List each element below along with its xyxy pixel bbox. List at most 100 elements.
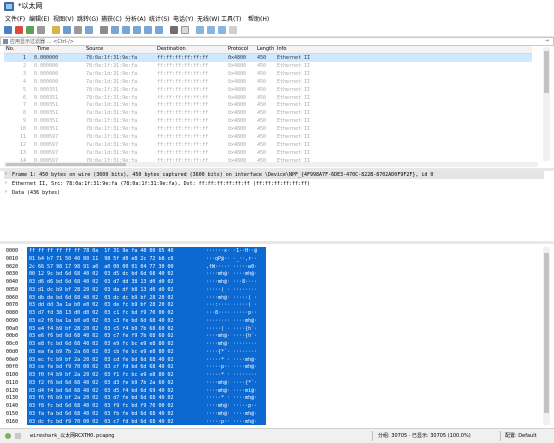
- last-packet-icon[interactable]: [155, 26, 163, 34]
- byte-offset: 0130: [6, 395, 19, 402]
- byte-offset: 0010: [6, 255, 19, 262]
- start-capture-icon[interactable]: [4, 26, 12, 34]
- packet-row[interactable]: 12 0.000597 7a:0a:1d:31:9e:fa ff:ff:ff:ff:f…: [4, 141, 532, 149]
- menu-analyze[interactable]: 分析(A): [125, 14, 146, 23]
- packet-list-hscrollbar[interactable]: [4, 162, 538, 167]
- resize-columns-icon[interactable]: [229, 26, 237, 34]
- column-source[interactable]: Source: [86, 46, 103, 52]
- menu-capture[interactable]: 捕获(C): [101, 14, 122, 23]
- cell-info: Ethernet II: [277, 118, 311, 125]
- bookmark-filter-icon[interactable]: [3, 39, 8, 44]
- restart-capture-icon[interactable]: [26, 26, 34, 34]
- comment-icon[interactable]: [15, 433, 21, 439]
- cell-no: 11: [19, 134, 26, 140]
- menu-file[interactable]: 文件(F): [5, 14, 25, 23]
- pane-splitter[interactable]: [0, 241, 554, 244]
- colorize-icon[interactable]: [181, 26, 189, 34]
- cell-no: 10: [19, 126, 26, 133]
- cell-no: 4: [22, 78, 26, 85]
- byte-offset: 0100: [6, 372, 19, 378]
- cell-src: 78:0a:1f:31:9e:fa: [86, 62, 138, 69]
- cell-no: 8: [22, 110, 26, 117]
- packet-row[interactable]: 13 0.000597 7a:0a:1d:31:9e:fa ff:ff:ff:ff:f…: [4, 149, 532, 157]
- close-file-icon[interactable]: [74, 26, 82, 34]
- cell-proto: 0x4800: [228, 134, 247, 140]
- menu-tools[interactable]: 工具(T): [221, 14, 241, 23]
- detail-frame[interactable]: › Frame 1: 450 bytes on wire (3600 bits)…: [4, 171, 544, 179]
- column-length[interactable]: Length: [257, 46, 274, 52]
- packet-row[interactable]: 5 0.000351 78:0a:1f:31:9e:fa ff:ff:ff:ff:ff…: [4, 86, 532, 94]
- ascii-bytes[interactable]: ·····p·· ····mh@·: [204, 417, 266, 425]
- cell-dst: ff:ff:ff:ff:ff:ff: [157, 94, 209, 101]
- hex-bytes[interactable]: 03 dc fc bd f9 70 00 02 03 c7 fd bd 6d 6…: [27, 417, 205, 425]
- menu-go[interactable]: 跳转(G): [77, 14, 98, 23]
- capture-status-icon[interactable]: [5, 433, 11, 439]
- stop-capture-icon[interactable]: [15, 26, 23, 34]
- display-filter-bar[interactable]: 应用显示过滤器 … <Ctrl-/> →: [0, 37, 554, 46]
- packet-row[interactable]: 2 0.000000 78:0a:1f:31:9e:fa ff:ff:ff:ff:ff…: [4, 62, 532, 70]
- cell-proto: 0x4800: [228, 94, 247, 101]
- column-info[interactable]: Info: [277, 46, 286, 52]
- menu-help[interactable]: 帮助(H): [248, 14, 269, 23]
- menu-wireless[interactable]: 无线(W): [197, 14, 220, 23]
- menu-statistics[interactable]: 统计(S): [149, 14, 170, 23]
- packet-row[interactable]: 8 0.000351 7a:0a:1d:31:9e:fa ff:ff:ff:ff:ff…: [4, 109, 532, 117]
- packet-row[interactable]: 1 0.000000 78:0a:1f:31:9e:fa ff:ff:ff:ff:ff…: [4, 54, 532, 62]
- zoom-reset-icon[interactable]: [218, 26, 226, 34]
- packet-row[interactable]: 9 0.000351 78:0a:1f:31:9e:fa ff:ff:ff:ff:ff…: [4, 117, 532, 125]
- packet-details[interactable]: › Frame 1: 450 bytes on wire (3600 bits)…: [4, 171, 544, 239]
- zoom-in-icon[interactable]: [196, 26, 204, 34]
- column-protocol[interactable]: Protocol: [228, 46, 248, 52]
- packet-row[interactable]: 10 0.000351 78:0a:1f:31:9e:fa ff:ff:ff:ff:f…: [4, 125, 532, 133]
- cell-time: 0.000351: [34, 102, 59, 109]
- cell-time: 0.000351: [34, 126, 59, 133]
- column-no[interactable]: No.: [6, 46, 14, 52]
- cell-src: 78:0a:1f:31:9e:fa: [86, 55, 138, 61]
- cell-info: Ethernet II: [277, 110, 311, 117]
- save-file-icon[interactable]: [63, 26, 71, 34]
- menu-telephony[interactable]: 电话(Y): [173, 14, 193, 23]
- packet-bytes-scrollbar[interactable]: [543, 247, 550, 425]
- zoom-out-icon[interactable]: [207, 26, 215, 34]
- autoscroll-icon[interactable]: [170, 26, 178, 34]
- go-to-packet-icon[interactable]: [133, 26, 141, 34]
- column-destination[interactable]: Destination: [157, 46, 186, 52]
- byte-offset: 0150: [6, 410, 19, 417]
- cell-proto: 0x4800: [228, 110, 247, 117]
- packet-row[interactable]: 11 0.000597 78:0a:1f:31:9e:fa ff:ff:ff:ff:f…: [4, 133, 532, 141]
- detail-data[interactable]: › Data (436 bytes): [4, 189, 544, 197]
- cell-info: Ethernet II: [277, 134, 311, 140]
- packet-row[interactable]: 3 0.000000 7a:0a:1d:31:9e:fa ff:ff:ff:ff:ff…: [4, 70, 532, 78]
- first-packet-icon[interactable]: [144, 26, 152, 34]
- display-filter-input[interactable]: 应用显示过滤器 … <Ctrl-/>: [10, 38, 74, 45]
- cell-len: 450: [257, 126, 267, 133]
- packet-row[interactable]: 4 0.000000 7a:0a:1d:31:9e:fa ff:ff:ff:ff:ff…: [4, 78, 532, 86]
- filter-apply-arrow-icon[interactable]: →: [545, 38, 549, 44]
- menu-view[interactable]: 视图(V): [53, 14, 74, 23]
- menu-edit[interactable]: 编辑(E): [29, 14, 49, 23]
- go-forward-icon[interactable]: [122, 26, 130, 34]
- packet-row[interactable]: 7 0.000351 7a:0a:1d:31:9e:fa ff:ff:ff:ff:ff…: [4, 101, 532, 109]
- cell-time: 0.000597: [34, 141, 59, 148]
- packet-row[interactable]: 6 0.000351 78:0a:1f:31:9e:fa ff:ff:ff:ff:ff…: [4, 94, 532, 102]
- cell-len: 450: [257, 110, 267, 117]
- expand-arrow-icon[interactable]: ›: [5, 180, 7, 186]
- find-packet-icon[interactable]: [100, 26, 108, 34]
- cell-no: 9: [22, 118, 26, 125]
- column-time[interactable]: Time: [37, 46, 49, 52]
- expand-arrow-icon[interactable]: ›: [5, 189, 7, 195]
- open-file-icon[interactable]: [52, 26, 60, 34]
- profile-selector[interactable]: 配置: Default: [505, 432, 537, 439]
- reload-icon[interactable]: [85, 26, 93, 34]
- options-gear-icon[interactable]: [37, 26, 45, 34]
- byte-offset: 00f0: [6, 364, 19, 371]
- go-back-icon[interactable]: [111, 26, 119, 34]
- byte-offset: 00b0: [6, 333, 19, 340]
- packet-list-scrollbar[interactable]: [543, 47, 550, 161]
- detail-ethernet[interactable]: › Ethernet II, Src: 78:0a:1f:31:9e:fa (7…: [4, 180, 544, 188]
- packet-bytes[interactable]: 0000 ff ff ff ff ff ff 78 0a 1f 31 9e fa …: [4, 247, 544, 425]
- cell-proto: 0x4800: [228, 141, 247, 148]
- expand-arrow-icon[interactable]: ›: [5, 171, 7, 177]
- packet-list[interactable]: No. Time Source Destination Protocol Len…: [4, 46, 532, 162]
- cell-src: 78:0a:1f:31:9e:fa: [86, 134, 138, 140]
